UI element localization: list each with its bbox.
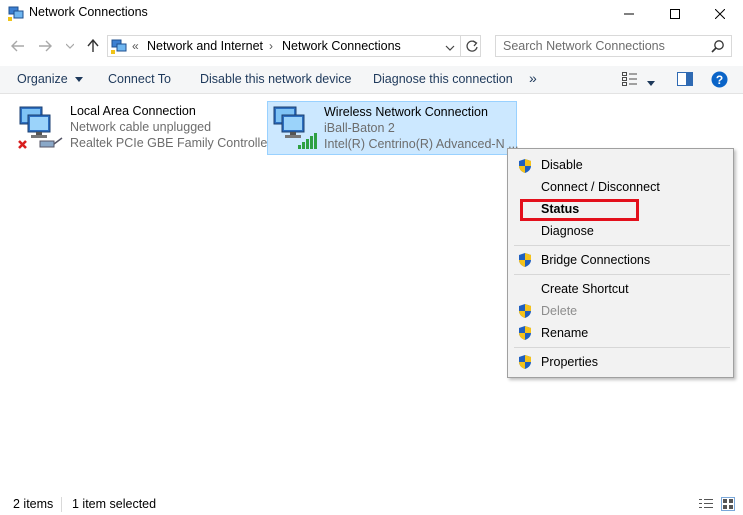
uac-shield-icon <box>517 252 533 268</box>
refresh-icon <box>466 40 478 52</box>
breadcrumb-separator[interactable]: › <box>269 39 273 53</box>
recent-locations-button[interactable] <box>60 36 80 56</box>
connection-item-wireless[interactable]: Wireless Network Connection iBall-Baton … <box>267 101 519 155</box>
address-divider <box>460 36 461 56</box>
menu-separator <box>514 347 730 348</box>
menu-item-connect-disconnect[interactable]: Connect / Disconnect <box>541 180 660 194</box>
caret-down-icon <box>647 81 655 86</box>
forward-button[interactable] <box>35 36 55 56</box>
breadcrumb-network-connections[interactable]: Network Connections <box>282 39 401 53</box>
search-box[interactable]: Search Network Connections <box>495 35 732 57</box>
menu-separator <box>514 274 730 275</box>
change-view-button[interactable] <box>622 72 638 86</box>
control-panel-icon <box>111 38 127 54</box>
context-menu: Disable Connect / Disconnect Status Diag… <box>507 148 734 378</box>
back-button[interactable] <box>8 36 28 56</box>
diagnose-connection-button[interactable]: Diagnose this connection <box>373 72 513 86</box>
menu-separator <box>514 245 730 246</box>
details-view-icon <box>699 499 713 508</box>
caret-down-icon <box>75 76 84 82</box>
search-placeholder[interactable]: Search Network Connections <box>503 39 665 53</box>
uac-shield-icon <box>517 158 533 174</box>
view-options-dropdown[interactable] <box>647 76 655 86</box>
preview-pane-button[interactable] <box>677 72 693 86</box>
search-icon[interactable] <box>711 39 725 53</box>
back-arrow-icon <box>11 40 24 52</box>
forward-arrow-icon <box>39 40 52 52</box>
preview-pane-icon <box>677 72 693 86</box>
disable-device-button[interactable]: Disable this network device <box>200 72 351 86</box>
connection-status: iBall-Baton 2 <box>324 121 395 135</box>
help-button[interactable]: ? <box>711 71 728 88</box>
organize-label: Organize <box>17 72 68 86</box>
maximize-button[interactable] <box>652 0 698 27</box>
menu-item-rename[interactable]: Rename <box>541 326 588 340</box>
breadcrumb-network-and-internet[interactable]: Network and Internet <box>147 39 263 53</box>
menu-item-properties[interactable]: Properties <box>541 355 598 369</box>
svg-text:?: ? <box>716 73 723 87</box>
up-arrow-icon <box>87 39 99 52</box>
organize-button[interactable]: Organize <box>17 72 84 86</box>
connection-status: Network cable unplugged <box>70 120 212 134</box>
view-details-icon <box>622 72 637 86</box>
wired-network-adapter-icon <box>16 103 64 151</box>
close-button[interactable] <box>697 0 743 27</box>
up-button[interactable] <box>83 36 103 56</box>
refresh-button[interactable] <box>465 39 479 53</box>
connect-to-button[interactable]: Connect To <box>108 72 171 86</box>
address-overflow[interactable]: « <box>132 39 139 53</box>
address-dropdown-button[interactable] <box>445 41 455 51</box>
chevron-down-icon <box>66 43 74 49</box>
connection-item-local-area[interactable]: Local Area Connection Network cable unpl… <box>14 101 271 155</box>
menu-item-bridge-connections[interactable]: Bridge Connections <box>541 253 650 267</box>
command-bar: Organize Connect To Disable this network… <box>0 66 743 94</box>
uac-shield-icon <box>517 325 533 341</box>
window-title: Network Connections <box>29 5 148 19</box>
status-selection: 1 item selected <box>72 497 157 511</box>
connection-adapter: Intel(R) Centrino(R) Advanced-N ... <box>324 137 519 151</box>
menu-item-diagnose[interactable]: Diagnose <box>541 224 594 238</box>
connection-adapter: Realtek PCIe GBE Family Controller <box>70 136 272 150</box>
status-divider <box>61 497 62 512</box>
more-commands-button[interactable]: » <box>529 70 537 86</box>
chevron-down-icon <box>445 45 455 51</box>
uac-shield-icon <box>517 354 533 370</box>
minimize-button[interactable] <box>606 0 652 27</box>
menu-item-delete[interactable]: Delete <box>541 304 577 318</box>
status-highlight-annotation <box>520 199 639 221</box>
status-item-count: 2 items <box>13 497 54 511</box>
connection-name: Wireless Network Connection <box>324 105 488 119</box>
help-icon: ? <box>711 71 728 88</box>
connection-name: Local Area Connection <box>70 104 196 118</box>
title-bar: Network Connections <box>0 0 743 27</box>
menu-item-create-shortcut[interactable]: Create Shortcut <box>541 282 629 296</box>
tiles-view-icon <box>723 499 733 509</box>
details-view-button[interactable] <box>699 498 713 510</box>
network-connections-app-icon <box>8 5 24 21</box>
uac-shield-icon <box>517 303 533 319</box>
wireless-network-adapter-icon <box>270 103 318 151</box>
menu-item-disable[interactable]: Disable <box>541 158 583 172</box>
address-bar[interactable]: « Network and Internet › Network Connect… <box>107 35 481 57</box>
tiles-view-button[interactable] <box>721 497 735 511</box>
